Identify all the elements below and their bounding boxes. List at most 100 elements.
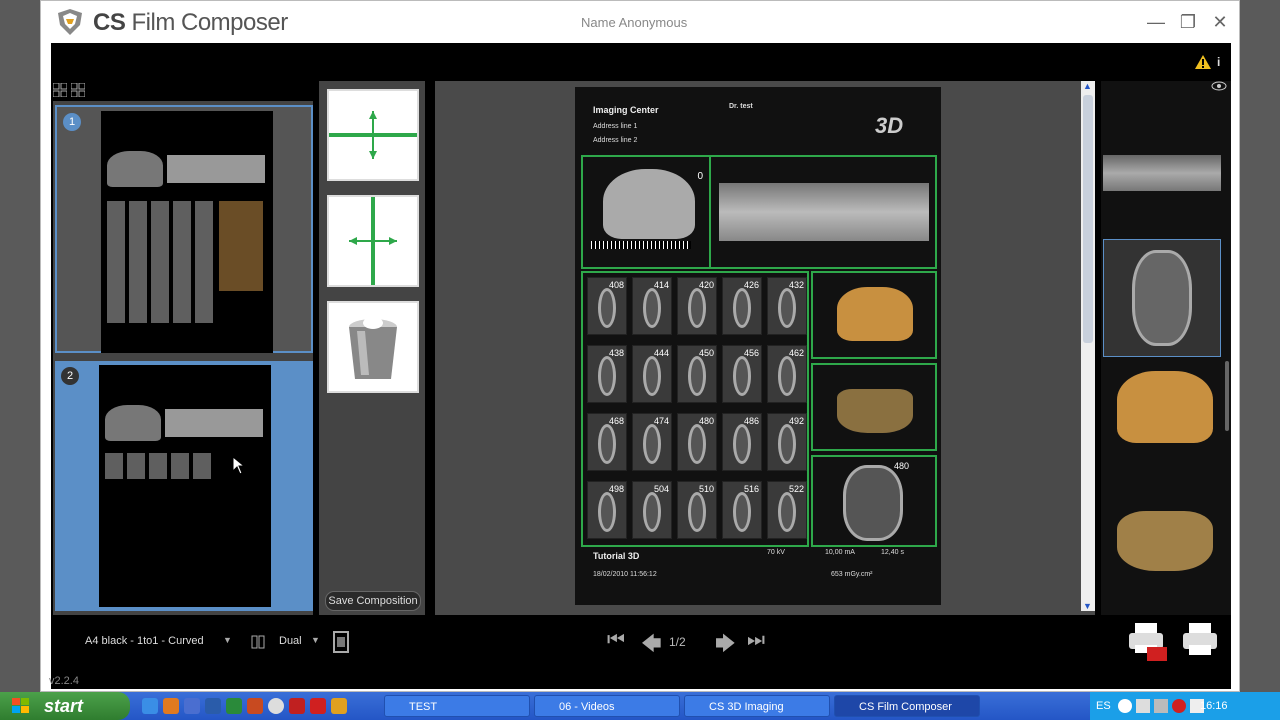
version-label: v2.2.4 <box>49 675 79 687</box>
eye-icon[interactable] <box>1211 81 1227 91</box>
trash-bin-icon[interactable] <box>327 301 419 393</box>
book-view-icon[interactable] <box>251 635 265 649</box>
firefox-quicklaunch-icon[interactable] <box>163 698 179 714</box>
tray-icon-3[interactable] <box>1154 699 1168 713</box>
cross-section-slice[interactable]: 498 <box>587 481 627 539</box>
ie-quicklaunch-icon[interactable] <box>142 698 158 714</box>
patient-name: Name Anonymous <box>581 15 688 30</box>
view-mode-dropdown-icon[interactable]: ▼ <box>311 635 320 645</box>
slice-jaw-image <box>778 492 796 532</box>
3d-view-frame-2[interactable] <box>811 363 937 451</box>
windows-logo-icon <box>12 698 29 713</box>
warning-icon[interactable] <box>1195 55 1211 69</box>
layout-select[interactable]: A4 black - 1to1 - Curved <box>85 635 204 647</box>
cross-section-slice[interactable]: 510 <box>677 481 717 539</box>
scroll-up-icon[interactable]: ▲ <box>1083 81 1092 91</box>
thumbnail-page-2[interactable]: 2 <box>55 361 313 611</box>
cross-section-slice[interactable]: 516 <box>722 481 762 539</box>
cross-section-slice[interactable]: 522 <box>767 481 807 539</box>
app-quicklaunch-icon[interactable] <box>184 698 200 714</box>
print-icon[interactable] <box>1181 621 1221 661</box>
taskbar-item-test[interactable]: TEST <box>384 695 530 717</box>
cross-section-slice[interactable]: 480 <box>677 413 717 471</box>
slice-number: 438 <box>608 348 624 358</box>
first-page-icon[interactable]: ⏮ <box>607 629 625 652</box>
bank-3d-image-1[interactable] <box>1117 371 1213 443</box>
slice-number: 456 <box>743 348 759 358</box>
slice-jaw-image <box>598 492 616 532</box>
taskbar-item-cs-film-composer[interactable]: CS Film Composer <box>834 695 980 717</box>
cross-section-slice[interactable]: 504 <box>632 481 672 539</box>
split-vertical-tool[interactable] <box>327 195 419 287</box>
next-page-icon[interactable]: 🡆 <box>715 629 736 663</box>
bank-slice-image[interactable] <box>1103 239 1221 357</box>
tray-icon-4[interactable] <box>1172 699 1186 713</box>
scrollbar-thumb[interactable] <box>1083 95 1093 343</box>
slice-jaw-image <box>688 356 706 396</box>
bottom-toolbar: A4 black - 1to1 - Curved ▼ Dual ▼ ⏮ 🡄 1/… <box>51 615 1231 671</box>
tray-icon-2[interactable] <box>1136 699 1150 713</box>
scroll-down-icon[interactable]: ▼ <box>1083 601 1092 611</box>
cross-section-slice[interactable]: 468 <box>587 413 627 471</box>
taskbar-item-videos[interactable]: 06 - Videos <box>534 695 680 717</box>
misc-quicklaunch-icon[interactable] <box>331 698 347 714</box>
thumbnail-page-1[interactable]: 1 <box>55 105 313 353</box>
tool-quicklaunch-icon[interactable] <box>310 698 326 714</box>
tray-icon-1[interactable] <box>1118 699 1132 713</box>
cross-section-slice[interactable]: 492 <box>767 413 807 471</box>
cross-section-slice[interactable]: 450 <box>677 345 717 403</box>
save-composition-button[interactable]: Save Composition <box>325 591 421 611</box>
media-quicklaunch-icon[interactable] <box>268 698 284 714</box>
cross-section-slice[interactable]: 486 <box>722 413 762 471</box>
previous-page-icon[interactable]: 🡄 <box>641 629 662 663</box>
close-icon[interactable]: ✕ <box>1209 11 1231 33</box>
acrobat-quicklaunch-icon[interactable] <box>289 698 305 714</box>
grid-large-icon[interactable] <box>70 82 86 98</box>
cross-section-slice[interactable]: 462 <box>767 345 807 403</box>
cross-section-slice[interactable]: 456 <box>722 345 762 403</box>
cross-section-slice[interactable]: 408 <box>587 277 627 335</box>
last-page-icon[interactable]: ⏭ <box>747 629 765 652</box>
slice-number: 468 <box>608 416 624 426</box>
cross-section-slice[interactable]: 438 <box>587 345 627 403</box>
minimize-icon[interactable]: — <box>1145 11 1167 33</box>
layout-dropdown-icon[interactable]: ▼ <box>223 635 232 645</box>
word-quicklaunch-icon[interactable] <box>205 698 221 714</box>
slice-number: 498 <box>608 484 624 494</box>
slice-number: 492 <box>788 416 804 426</box>
panoramic-view-frame[interactable] <box>711 155 937 269</box>
grid-small-icon[interactable] <box>52 82 68 98</box>
preview-scrollbar[interactable]: ▲ ▼ <box>1081 81 1095 611</box>
maximize-icon[interactable]: ❐ <box>1177 11 1199 33</box>
slice-number: 504 <box>653 484 669 494</box>
cross-section-slice[interactable]: 432 <box>767 277 807 335</box>
bank-3d-image-2[interactable] <box>1117 511 1213 571</box>
mouse-cursor-icon <box>233 457 245 475</box>
cross-section-slice[interactable]: 444 <box>632 345 672 403</box>
study-title: Tutorial 3D <box>593 551 640 561</box>
taskbar-item-cs-3d-imaging[interactable]: CS 3D Imaging <box>684 695 830 717</box>
split-horizontal-tool[interactable] <box>327 89 419 181</box>
axial-image <box>603 169 695 239</box>
thumbnail-preview <box>101 111 273 353</box>
view-mode-select[interactable]: Dual <box>279 635 302 647</box>
bank-panoramic-image[interactable] <box>1103 155 1221 191</box>
slice-number: 462 <box>788 348 804 358</box>
cross-section-slice[interactable]: 420 <box>677 277 717 335</box>
3d-view-frame-1[interactable] <box>811 271 937 359</box>
language-indicator[interactable]: ES <box>1096 692 1111 720</box>
slice-jaw-image <box>733 492 751 532</box>
cross-section-slice[interactable]: 414 <box>632 277 672 335</box>
print-pdf-icon[interactable] <box>1127 621 1167 661</box>
info-icon[interactable]: i <box>1217 55 1220 69</box>
slice-number: 480 <box>698 416 714 426</box>
cross-section-slice[interactable]: 474 <box>632 413 672 471</box>
detail-slice-frame[interactable]: 480 <box>811 455 937 547</box>
axial-view-frame[interactable]: 0 <box>581 155 711 269</box>
cross-section-slice[interactable]: 426 <box>722 277 762 335</box>
slice-jaw-image <box>778 424 796 464</box>
bank-scrollbar[interactable] <box>1225 361 1229 431</box>
excel-quicklaunch-icon[interactable] <box>226 698 242 714</box>
film-icon[interactable] <box>333 631 349 653</box>
powerpoint-quicklaunch-icon[interactable] <box>247 698 263 714</box>
